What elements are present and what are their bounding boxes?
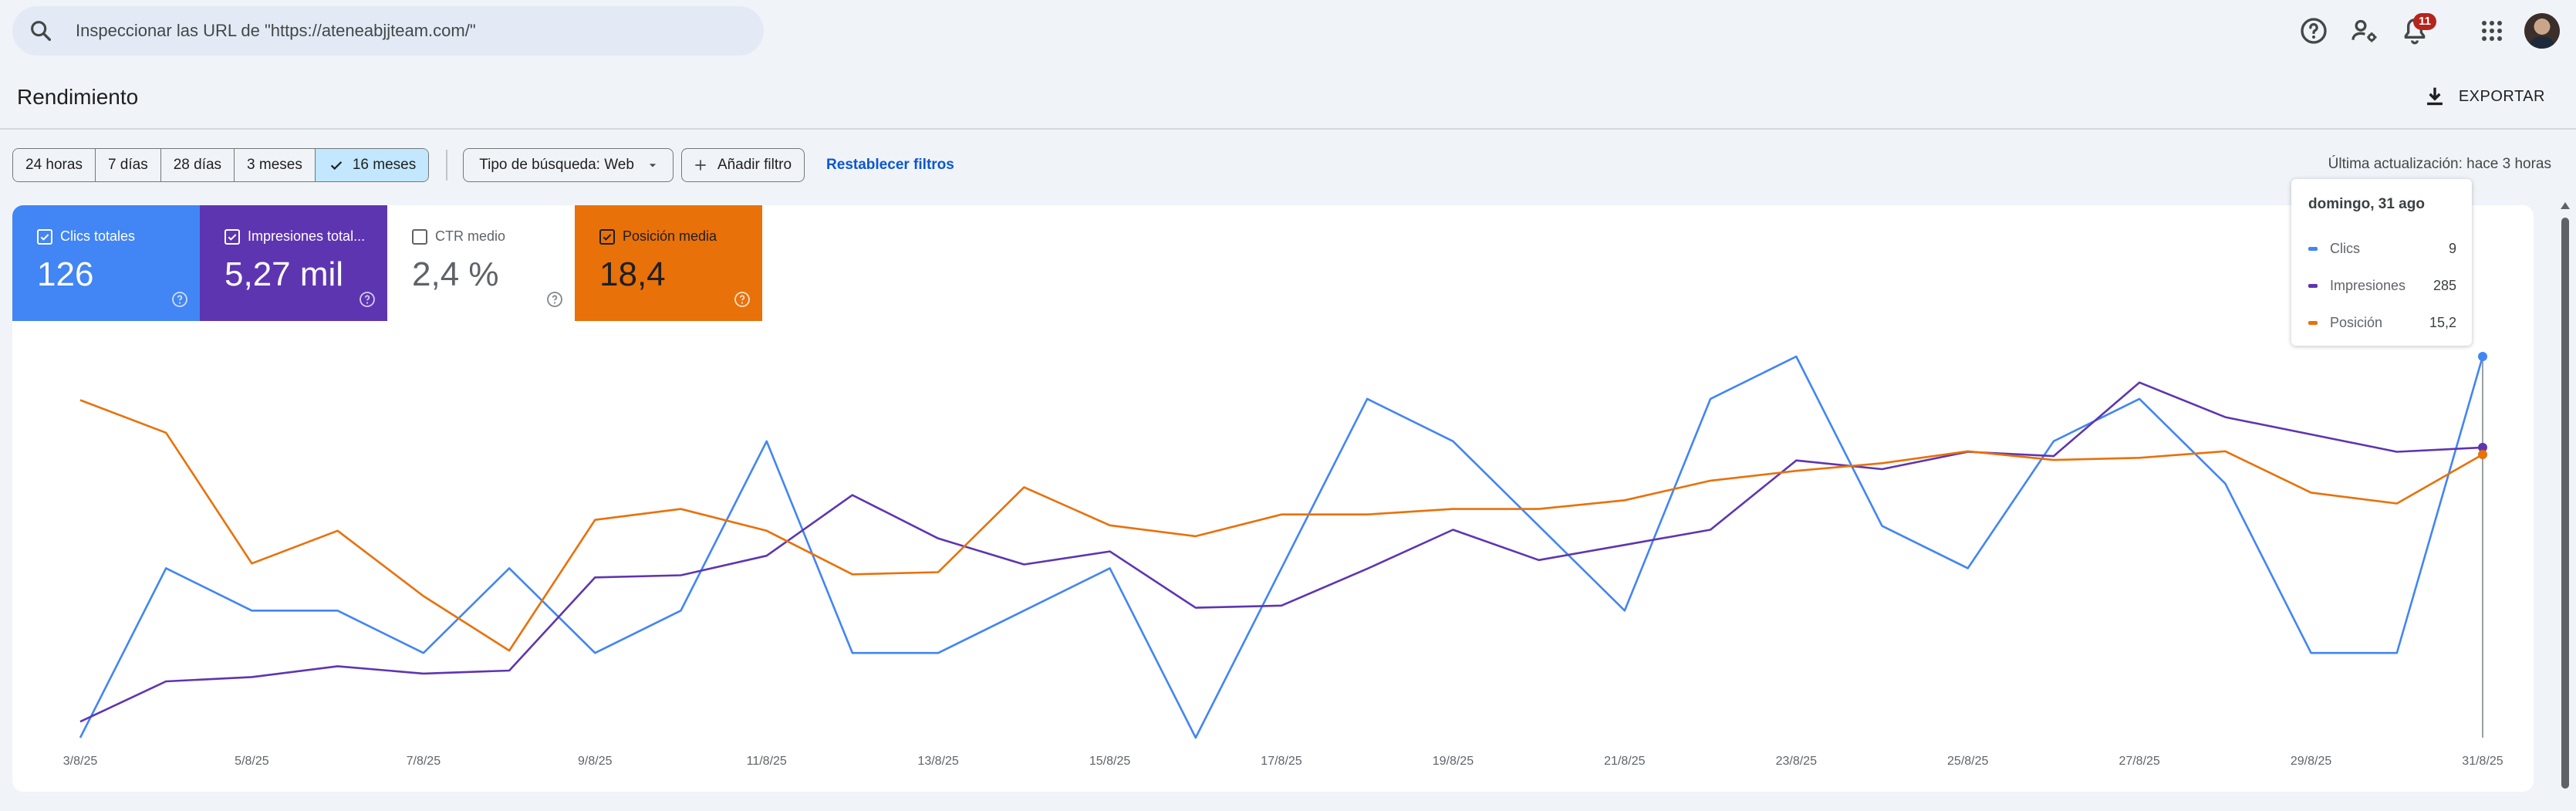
range-label: 7 días bbox=[107, 157, 148, 173]
tooltip-row-position: Posición 15,2 bbox=[2308, 304, 2472, 341]
notifications-button[interactable]: 11 bbox=[2399, 13, 2436, 46]
range-3m[interactable]: 3 meses bbox=[235, 149, 316, 181]
x-tick-label: 17/8/25 bbox=[1261, 755, 1302, 768]
x-tick-label: 23/8/25 bbox=[1776, 755, 1817, 768]
series-line-clicks bbox=[79, 355, 2484, 739]
metric-average-position[interactable]: Posición media 18,4 bbox=[575, 205, 762, 321]
x-tick-label: 11/8/25 bbox=[747, 755, 787, 768]
metric-label: Posición media bbox=[623, 228, 717, 244]
tooltip-row-clicks: Clics 9 bbox=[2308, 230, 2472, 267]
x-tick-label: 13/8/25 bbox=[917, 755, 958, 768]
avatar[interactable] bbox=[2524, 13, 2560, 49]
scrollbar[interactable] bbox=[2560, 201, 2571, 792]
range-label: 24 horas bbox=[25, 157, 83, 173]
hover-point-clicks bbox=[2478, 352, 2487, 361]
x-tick-label: 29/8/25 bbox=[2291, 755, 2331, 768]
x-tick-label: 5/8/25 bbox=[235, 755, 269, 768]
range-label: 3 meses bbox=[247, 157, 302, 173]
x-tick-label: 9/8/25 bbox=[578, 755, 613, 768]
range-28d[interactable]: 28 días bbox=[160, 149, 235, 181]
reset-filters-link[interactable]: Restablecer filtros bbox=[826, 157, 954, 174]
help-icon[interactable] bbox=[545, 290, 564, 309]
tooltip-label: Clics bbox=[2330, 240, 2360, 256]
x-tick-label: 7/8/25 bbox=[407, 755, 441, 768]
tooltip-row-impressions: Impresiones 285 bbox=[2308, 267, 2472, 304]
x-tick-label: 25/8/25 bbox=[1947, 755, 1988, 768]
legend-swatch bbox=[2308, 283, 2318, 288]
x-tick-label: 21/8/25 bbox=[1604, 755, 1645, 768]
metric-value: 18,4 bbox=[599, 255, 666, 293]
apps-grid-icon[interactable] bbox=[2476, 15, 2507, 46]
help-icon[interactable] bbox=[733, 290, 751, 309]
x-tick-label: 15/8/25 bbox=[1089, 755, 1130, 768]
scroll-up-arrow-icon[interactable] bbox=[2561, 202, 2570, 209]
metric-label: Impresiones total... bbox=[248, 228, 366, 244]
checkbox-unchecked-icon[interactable] bbox=[412, 228, 427, 245]
metric-value: 2,4 % bbox=[412, 255, 499, 293]
tooltip-date: domingo, 31 ago bbox=[2308, 196, 2425, 212]
x-tick-label: 3/8/25 bbox=[63, 755, 98, 768]
help-icon[interactable] bbox=[170, 290, 189, 309]
manage-users-icon[interactable] bbox=[2349, 15, 2380, 46]
plus-icon bbox=[695, 160, 706, 171]
range-label: 28 días bbox=[173, 157, 222, 173]
notification-badge: 11 bbox=[2413, 13, 2436, 30]
range-7d[interactable]: 7 días bbox=[95, 149, 161, 181]
dropdown-arrow-icon bbox=[649, 164, 657, 167]
x-tick-label: 31/8/25 bbox=[2462, 755, 2503, 768]
download-icon bbox=[2426, 87, 2443, 106]
tooltip-value: 9 bbox=[2448, 240, 2456, 256]
metric-average-ctr[interactable]: CTR medio 2,4 % bbox=[387, 205, 575, 321]
chart-tooltip: domingo, 31 ago Clics 9 Impresiones 285 Po… bbox=[2291, 179, 2472, 346]
last-update-text: Última actualización: hace 3 horas bbox=[2328, 156, 2551, 172]
search-type-label: Tipo de búsqueda: Web bbox=[479, 157, 634, 173]
range-16m[interactable]: 16 meses bbox=[315, 149, 429, 181]
hover-point-position bbox=[2478, 450, 2487, 460]
filter-bar: 24 horas 7 días 28 días 3 meses 16 meses… bbox=[12, 148, 954, 182]
x-tick-label: 19/8/25 bbox=[1433, 755, 1474, 768]
page-header: Rendimiento EXPORTAR bbox=[0, 68, 2576, 130]
tooltip-label: Impresiones bbox=[2330, 277, 2406, 293]
tooltip-value: 285 bbox=[2433, 277, 2456, 293]
scrollbar-thumb[interactable] bbox=[2561, 218, 2569, 789]
search-icon bbox=[31, 21, 52, 42]
divider bbox=[446, 150, 448, 181]
search-placeholder: Inspeccionar las URL de "https://ateneab… bbox=[76, 21, 476, 40]
top-bar: Inspeccionar las URL de "https://ateneab… bbox=[0, 0, 2576, 62]
url-inspection-search[interactable]: Inspeccionar las URL de "https://ateneab… bbox=[12, 6, 764, 56]
checkbox-checked-icon[interactable] bbox=[37, 228, 52, 245]
help-icon[interactable] bbox=[2298, 15, 2329, 46]
check-icon bbox=[330, 161, 343, 171]
tooltip-label: Posición bbox=[2330, 314, 2383, 330]
export-button[interactable]: EXPORTAR bbox=[2422, 83, 2545, 110]
date-range-selector: 24 horas 7 días 28 días 3 meses 16 meses bbox=[12, 148, 430, 182]
metric-total-impressions[interactable]: Impresiones total... 5,27 mil bbox=[200, 205, 387, 321]
add-filter-label: Añadir filtro bbox=[717, 157, 792, 173]
range-label: 16 meses bbox=[352, 157, 417, 173]
range-24h[interactable]: 24 horas bbox=[13, 149, 96, 181]
metric-value: 5,27 mil bbox=[225, 255, 344, 293]
tooltip-value: 15,2 bbox=[2429, 314, 2456, 330]
performance-card: 3/8/25 5/8/25 7/8/25 9/8/25 11/8/25 13/8/25 15… bbox=[12, 205, 2534, 792]
checkbox-checked-icon[interactable] bbox=[599, 228, 615, 245]
metric-total-clicks[interactable]: Clics totales 126 bbox=[12, 205, 200, 321]
metric-label: CTR medio bbox=[435, 228, 506, 244]
checkbox-checked-icon[interactable] bbox=[225, 228, 240, 245]
export-label: EXPORTAR bbox=[2458, 87, 2545, 105]
search-type-filter[interactable]: Tipo de búsqueda: Web bbox=[463, 148, 674, 182]
metric-label: Clics totales bbox=[60, 228, 136, 244]
series-line-impressions bbox=[79, 381, 2483, 723]
metric-value: 126 bbox=[37, 255, 94, 293]
legend-swatch bbox=[2308, 246, 2318, 251]
help-icon[interactable] bbox=[358, 290, 376, 309]
x-tick-label: 27/8/25 bbox=[2119, 755, 2159, 768]
legend-swatch bbox=[2308, 320, 2318, 325]
add-filter-button[interactable]: Añadir filtro bbox=[680, 148, 805, 182]
page-title: Rendimiento bbox=[17, 85, 139, 109]
series-line-position bbox=[79, 399, 2483, 652]
